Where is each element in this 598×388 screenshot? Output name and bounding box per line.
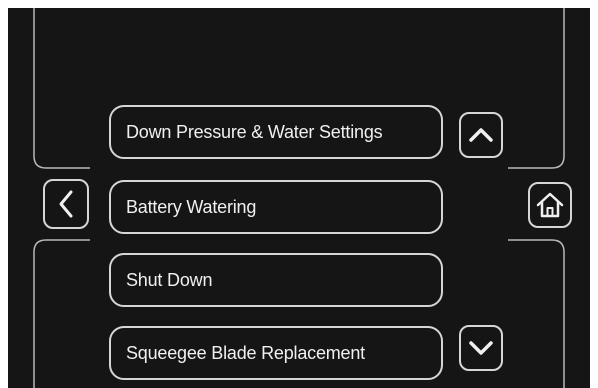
back-button[interactable] bbox=[43, 179, 89, 229]
menu-screen: Down Pressure & Water Settings Battery W… bbox=[8, 8, 590, 388]
menu-item-squeegee-blade-replacement[interactable]: Squeegee Blade Replacement bbox=[109, 326, 443, 380]
home-icon bbox=[536, 192, 564, 218]
menu-item-shut-down[interactable]: Shut Down bbox=[109, 253, 443, 307]
menu-item-label: Battery Watering bbox=[126, 196, 257, 217]
chevron-left-icon bbox=[59, 190, 73, 218]
scroll-up-button[interactable] bbox=[459, 112, 503, 158]
chevron-up-icon bbox=[469, 128, 493, 142]
menu-item-battery-watering[interactable]: Battery Watering bbox=[109, 180, 443, 234]
menu-item-down-pressure-water-settings[interactable]: Down Pressure & Water Settings bbox=[109, 105, 443, 159]
home-button[interactable] bbox=[528, 182, 572, 228]
menu-item-label: Squeegee Blade Replacement bbox=[126, 342, 365, 363]
chevron-down-icon bbox=[469, 341, 493, 355]
menu-item-label: Down Pressure & Water Settings bbox=[126, 121, 383, 142]
menu-item-label: Shut Down bbox=[126, 269, 213, 290]
scroll-down-button[interactable] bbox=[459, 325, 503, 371]
